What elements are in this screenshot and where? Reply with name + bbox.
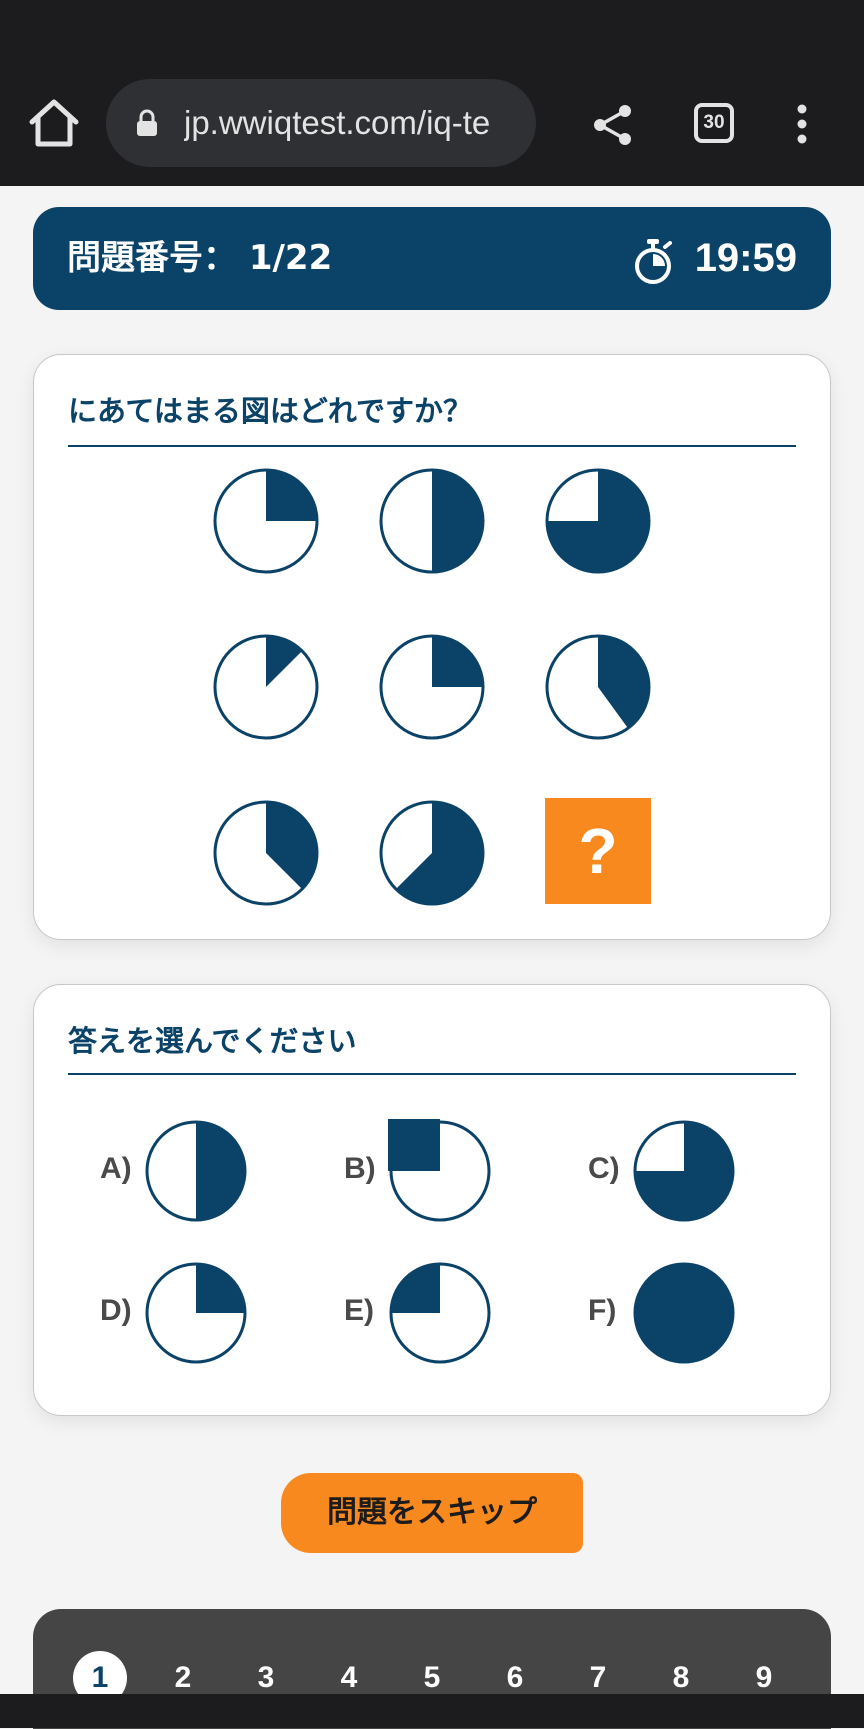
skip-question-button[interactable]: 問題をスキップ	[281, 1473, 583, 1553]
figure-r1-c3	[545, 468, 651, 574]
question-card: にあてはまる図はどれですか？ ?	[33, 354, 831, 940]
question-title: にあてはまる図はどれですか？	[68, 394, 472, 428]
option-a[interactable]: A)	[100, 1119, 320, 1223]
option-label: A)	[100, 1152, 132, 1185]
system-navigation-bar	[0, 1694, 864, 1728]
more-vert-icon[interactable]	[790, 104, 814, 144]
option-f-figure	[633, 1262, 735, 1364]
option-e[interactable]: E)	[344, 1261, 564, 1365]
lock-icon	[136, 109, 158, 137]
option-c[interactable]: C)	[588, 1119, 808, 1223]
answer-card: 答えを選んでください A) B) C) D) E) F)	[33, 984, 831, 1416]
option-label: D)	[100, 1294, 132, 1327]
tab-switcher-icon[interactable]: 30	[694, 103, 734, 143]
option-a-figure	[145, 1120, 247, 1222]
figure-r2-c1	[213, 634, 319, 740]
figure-r2-c3	[545, 634, 651, 740]
figure-r3-c2	[379, 800, 485, 906]
option-b-figure	[388, 1119, 491, 1222]
option-b[interactable]: B)	[344, 1119, 564, 1223]
option-label: C)	[588, 1152, 620, 1185]
figure-r3-c1	[213, 800, 319, 906]
option-label: F)	[588, 1294, 617, 1327]
share-icon[interactable]	[592, 104, 634, 146]
figure-r2-c2	[379, 634, 485, 740]
option-c-figure	[633, 1120, 735, 1222]
timer: 19:59	[694, 236, 797, 280]
stopwatch-icon	[631, 237, 675, 285]
option-d[interactable]: D)	[100, 1261, 320, 1365]
option-f[interactable]: F)	[588, 1261, 808, 1365]
divider	[68, 445, 796, 447]
option-e-figure	[389, 1262, 491, 1364]
home-icon[interactable]	[26, 98, 82, 150]
divider	[68, 1073, 796, 1075]
question-number: 問題番号： 1/22	[67, 238, 333, 278]
answer-title: 答えを選んでください	[68, 1024, 357, 1058]
url-text: jp.wwiqtest.com/iq-te	[184, 104, 491, 141]
figure-r1-c2	[379, 468, 485, 574]
option-d-figure	[145, 1262, 247, 1364]
option-label: E)	[344, 1294, 374, 1327]
address-bar[interactable]: jp.wwiqtest.com/iq-te	[106, 79, 536, 167]
figure-r1-c1	[213, 468, 319, 574]
missing-figure-placeholder: ?	[545, 798, 651, 904]
option-label: B)	[344, 1152, 376, 1185]
browser-toolbar: jp.wwiqtest.com/iq-te 30	[0, 0, 864, 186]
question-header: 問題番号： 1/22 19:59	[33, 207, 831, 310]
